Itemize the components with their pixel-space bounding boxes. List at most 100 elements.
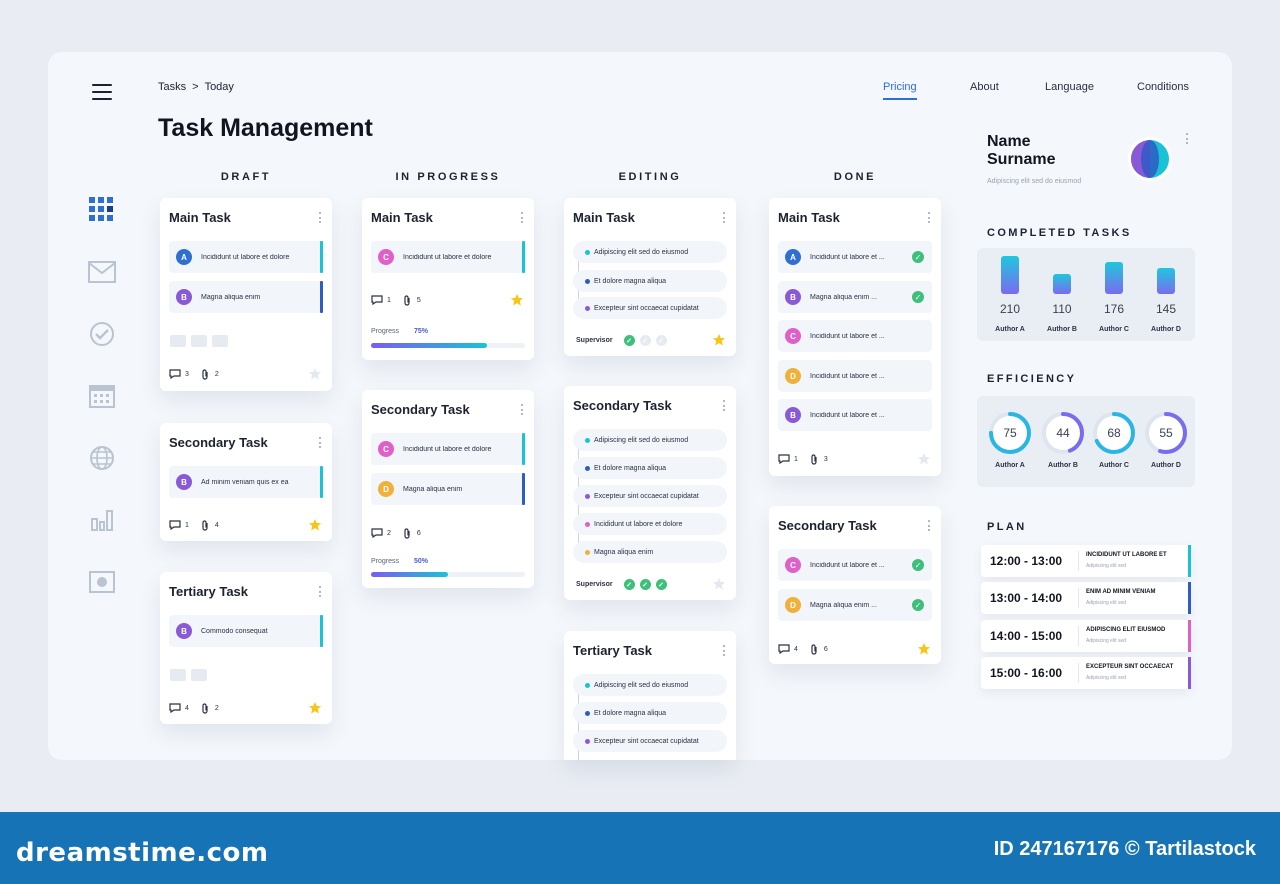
efficiency-gauge[interactable]: 44 xyxy=(1041,411,1085,455)
timeline-item[interactable]: Et dolore magna aliqua xyxy=(573,270,727,292)
star-icon[interactable] xyxy=(510,293,524,307)
task-card-editing-secondary[interactable]: Secondary Task Adipiscing elit sed do ei… xyxy=(564,386,736,600)
timeline-item[interactable]: Excepteur sint occaecat cupidatat xyxy=(573,297,727,319)
task-item[interactable]: D Incididunt ut labore et ... xyxy=(778,360,932,392)
bar[interactable] xyxy=(1157,268,1175,294)
task-card-in-progress-secondary[interactable]: Secondary Task C Incididunt ut labore et… xyxy=(362,390,534,588)
task-item[interactable]: C Incididunt ut labore et ... xyxy=(778,320,932,352)
more-options-icon[interactable] xyxy=(723,212,726,223)
timeline-item[interactable]: Adipiscing elit sed do eiusmod xyxy=(573,674,727,696)
timeline-item[interactable]: Et dolore magna aliqua xyxy=(573,457,727,479)
check-icon[interactable]: ✓ xyxy=(912,599,924,611)
nav-conditions[interactable]: Conditions xyxy=(1137,81,1189,93)
comment-icon[interactable] xyxy=(169,520,181,530)
timeline-item[interactable]: Et dolore magna aliqua xyxy=(573,702,727,724)
comment-icon[interactable] xyxy=(778,454,790,464)
check-icon[interactable]: ✓ xyxy=(639,335,651,346)
comment-icon[interactable] xyxy=(169,703,181,713)
plan-row[interactable]: 12:00 - 13:00 INCIDIDUNT UT LABORE ET Adip… xyxy=(981,545,1191,577)
efficiency-gauge[interactable]: 68 xyxy=(1092,411,1136,455)
image-placeholder-icon[interactable] xyxy=(170,335,186,347)
efficiency-gauge[interactable]: 55 xyxy=(1144,411,1188,455)
comment-icon[interactable] xyxy=(169,369,181,379)
task-item[interactable]: C Incididunt ut labore et dolore xyxy=(371,433,525,465)
attachment-icon[interactable] xyxy=(808,643,820,655)
task-card-done-secondary[interactable]: Secondary Task C Incididunt ut labore et … xyxy=(769,506,941,664)
attachment-icon[interactable] xyxy=(199,519,211,531)
image-icon[interactable] xyxy=(88,568,116,596)
comment-icon[interactable] xyxy=(371,295,383,305)
plan-row[interactable]: 13:00 - 14:00 ENIM AD MINIM VENIAM Adipisc… xyxy=(981,582,1191,614)
more-options-icon[interactable] xyxy=(319,437,322,448)
check-icon[interactable]: ✓ xyxy=(623,335,635,346)
nav-pricing[interactable]: Pricing xyxy=(883,81,917,100)
bar[interactable] xyxy=(1105,262,1123,294)
star-icon[interactable] xyxy=(308,701,322,715)
image-placeholder-icon[interactable] xyxy=(212,335,228,347)
check-icon[interactable]: ✓ xyxy=(623,579,635,590)
profile-more-icon[interactable] xyxy=(1186,133,1189,144)
attachment-icon[interactable] xyxy=(808,453,820,465)
check-icon[interactable]: ✓ xyxy=(639,579,651,590)
more-options-icon[interactable] xyxy=(723,645,726,656)
bar[interactable] xyxy=(1001,256,1019,294)
task-item[interactable]: B Magna aliqua enim ... ✓ xyxy=(778,281,932,313)
more-options-icon[interactable] xyxy=(521,212,524,223)
task-card-done-main[interactable]: Main Task A Incididunt ut labore et ... ✓ … xyxy=(769,198,941,476)
task-item[interactable]: C Incididunt ut labore et dolore xyxy=(371,241,525,273)
mail-icon[interactable] xyxy=(88,258,116,286)
timeline-item[interactable]: Excepteur sint occaecat cupidatat xyxy=(573,485,727,507)
image-placeholder-icon[interactable] xyxy=(170,669,186,681)
globe-icon[interactable] xyxy=(88,444,116,472)
more-options-icon[interactable] xyxy=(319,586,322,597)
attachment-icon[interactable] xyxy=(401,527,413,539)
more-options-icon[interactable] xyxy=(723,400,726,411)
task-item[interactable]: D Magna aliqua enim xyxy=(371,473,525,505)
plan-row[interactable]: 15:00 - 16:00 EXCEPTEUR SINT OCCAECAT Adip… xyxy=(981,657,1191,689)
timeline-item[interactable]: Incididunt ut labore et dolore xyxy=(573,513,727,535)
image-placeholder-icon[interactable] xyxy=(191,669,207,681)
star-icon[interactable] xyxy=(712,577,726,591)
star-icon[interactable] xyxy=(308,518,322,532)
plan-row[interactable]: 14:00 - 15:00 ADIPISCING ELIT EIUSMOD Adip… xyxy=(981,620,1191,652)
nav-about[interactable]: About xyxy=(970,81,999,93)
task-card-draft-tertiary[interactable]: Tertiary Task B Commodo consequat 4 2 xyxy=(160,572,332,724)
attachment-icon[interactable] xyxy=(401,294,413,306)
avatar[interactable] xyxy=(1127,136,1173,182)
timeline-item[interactable]: Adipiscing elit sed do eiusmod xyxy=(573,429,727,451)
star-icon[interactable] xyxy=(712,333,726,347)
efficiency-gauge[interactable]: 75 xyxy=(988,411,1032,455)
check-icon[interactable]: ✓ xyxy=(912,291,924,303)
bar[interactable] xyxy=(1053,274,1071,294)
task-item[interactable]: B Incididunt ut labore et ... xyxy=(778,399,932,431)
dashboard-grid-icon[interactable] xyxy=(88,195,116,223)
timeline-item[interactable]: Adipiscing elit sed do eiusmod xyxy=(573,241,727,263)
task-item[interactable]: D Magna aliqua enim ... ✓ xyxy=(778,589,932,621)
more-options-icon[interactable] xyxy=(319,212,322,223)
check-circle-icon[interactable] xyxy=(88,320,116,348)
task-item[interactable]: A Incididunt ut labore et ... ✓ xyxy=(778,241,932,273)
task-card-editing-tertiary[interactable]: Tertiary Task Adipiscing elit sed do eiu… xyxy=(564,631,736,760)
comment-icon[interactable] xyxy=(371,528,383,538)
comment-icon[interactable] xyxy=(778,644,790,654)
footer-brand-logo[interactable]: dreamstime.com xyxy=(16,838,269,868)
star-icon[interactable] xyxy=(917,642,931,656)
task-card-draft-main[interactable]: Main Task A Incididunt ut labore et dolo… xyxy=(160,198,332,391)
task-item[interactable]: A Incididunt ut labore et dolore xyxy=(169,241,323,273)
timeline-item[interactable]: Magna aliqua enim xyxy=(573,541,727,563)
more-options-icon[interactable] xyxy=(928,212,931,223)
task-card-editing-main[interactable]: Main Task Adipiscing elit sed do eiusmod… xyxy=(564,198,736,356)
star-icon[interactable] xyxy=(308,367,322,381)
nav-language[interactable]: Language xyxy=(1045,81,1094,93)
breadcrumb-current[interactable]: Today xyxy=(205,81,234,93)
breadcrumb-root[interactable]: Tasks xyxy=(158,81,186,93)
task-item[interactable]: C Incididunt ut labore et ... ✓ xyxy=(778,549,932,581)
more-options-icon[interactable] xyxy=(521,404,524,415)
timeline-item[interactable]: Excepteur sint occaecat cupidatat xyxy=(573,730,727,752)
more-options-icon[interactable] xyxy=(928,520,931,531)
task-card-draft-secondary[interactable]: Secondary Task B Ad minim veniam quis ex… xyxy=(160,423,332,541)
task-item[interactable]: B Commodo consequat xyxy=(169,615,323,647)
bar-chart-icon[interactable] xyxy=(88,506,116,534)
check-icon[interactable]: ✓ xyxy=(655,335,667,346)
check-icon[interactable]: ✓ xyxy=(912,559,924,571)
